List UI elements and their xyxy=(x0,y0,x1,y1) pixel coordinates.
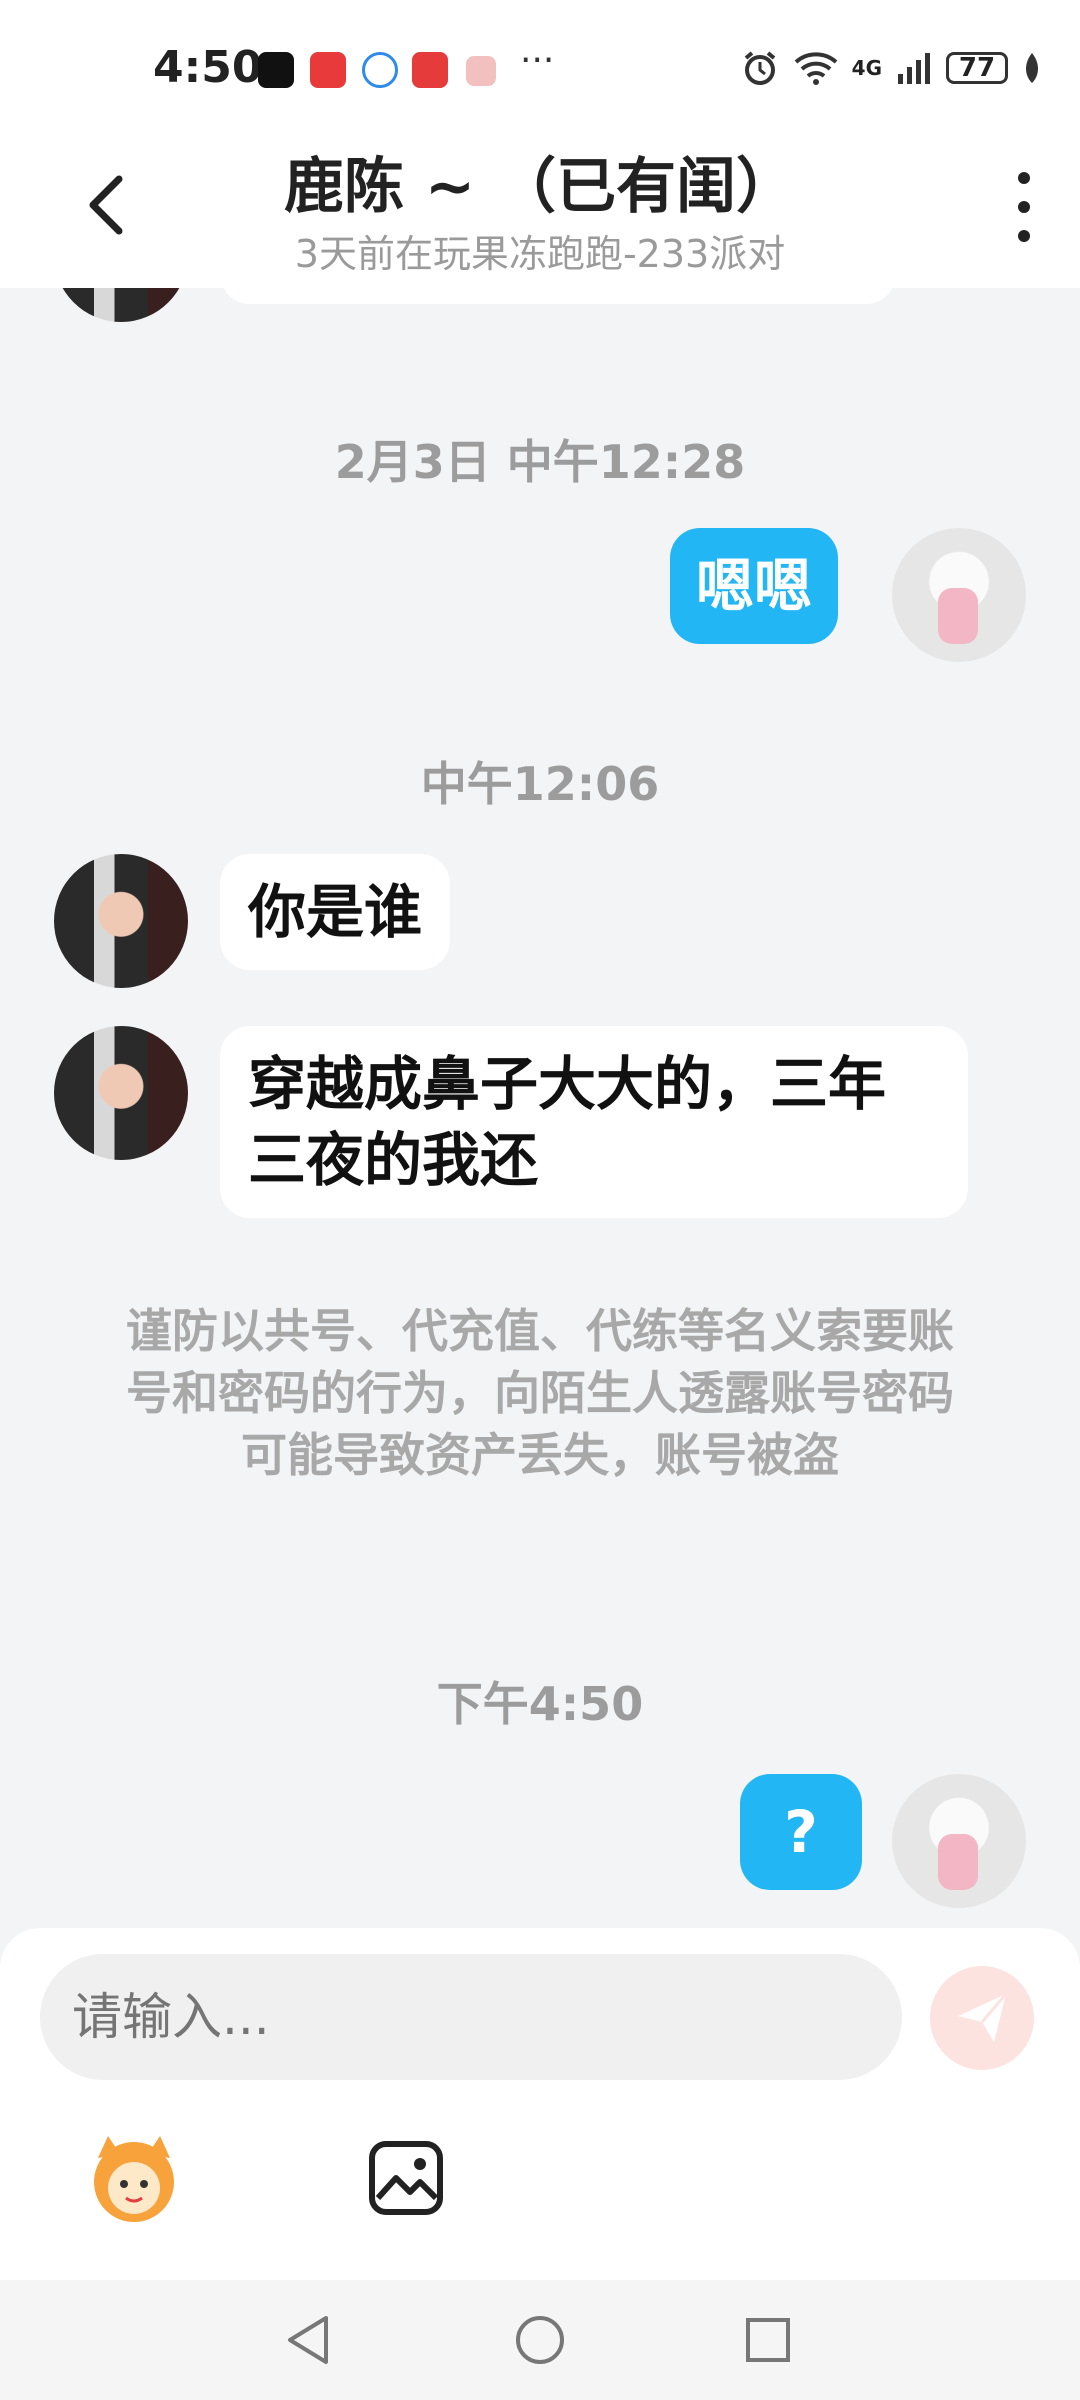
wifi-icon xyxy=(794,52,837,85)
message-input[interactable] xyxy=(40,1954,902,2080)
more-vertical-icon[interactable] xyxy=(1004,172,1044,242)
timestamp: 2月3日 中午12:28 xyxy=(334,435,746,489)
timestamp: 中午12:06 xyxy=(420,757,660,811)
gift-app-icon xyxy=(466,56,496,86)
contact-status: 3天前在玩果冻跑跑-233派对 xyxy=(294,232,786,276)
battery-indicator: 77 xyxy=(946,52,1008,84)
status-time: 4:50 xyxy=(153,42,263,93)
signal-icon xyxy=(898,53,930,84)
message-bubble-outgoing[interactable]: ? xyxy=(740,1774,862,1890)
book-app-icon xyxy=(310,52,346,88)
emoji-mascot-icon[interactable] xyxy=(84,2128,184,2228)
image-icon[interactable] xyxy=(366,2138,446,2218)
message-bubble-outgoing[interactable]: 嗯嗯 xyxy=(670,528,839,644)
message-bubble-incoming[interactable]: 穿越成鼻子大大的，三年三夜的我还 xyxy=(220,1026,968,1218)
my-avatar[interactable] xyxy=(892,1774,1026,1908)
nav-back-icon[interactable] xyxy=(278,2310,338,2370)
system-nav-bar xyxy=(0,2280,1080,2400)
leaf-icon xyxy=(1026,53,1038,83)
chat-messages[interactable]: 2月3日 中午12:28 嗯嗯 中午12:06 你是谁 穿越成鼻子大大的，三年三… xyxy=(0,288,1080,1928)
timestamp: 下午4:50 xyxy=(436,1677,644,1731)
contact-avatar[interactable] xyxy=(54,854,188,988)
contact-avatar[interactable] xyxy=(54,1026,188,1160)
contact-avatar[interactable] xyxy=(54,288,188,322)
send-button[interactable] xyxy=(930,1966,1034,2070)
chat-header: 鹿陈 ~ （已有闺） 3天前在玩果冻跑跑-233派对 xyxy=(0,120,1080,288)
input-panel xyxy=(0,1928,1080,2280)
message-bubble-incoming[interactable]: 你是谁 xyxy=(220,854,451,970)
network-label: 4G xyxy=(851,56,882,80)
nav-home-icon[interactable] xyxy=(510,2310,570,2370)
status-right: 4G 77 xyxy=(740,46,1042,90)
security-notice: 谨防以共号、代充值、代练等名义索要账号和密码的行为，向陌生人透露账号密码可能导致… xyxy=(126,1304,954,1482)
huawei-app-icon xyxy=(412,52,448,88)
tiktok-icon xyxy=(258,52,294,88)
more-notifications-icon: ··· xyxy=(520,40,555,81)
contact-name: 鹿陈 ~ （已有闺） xyxy=(283,152,797,222)
message-bubble-incoming[interactable] xyxy=(220,288,896,304)
nav-recents-icon[interactable] xyxy=(738,2310,798,2370)
send-icon xyxy=(958,1993,1008,2042)
browser-app-icon xyxy=(362,52,398,88)
alarm-icon xyxy=(744,51,775,85)
my-avatar[interactable] xyxy=(892,528,1026,662)
